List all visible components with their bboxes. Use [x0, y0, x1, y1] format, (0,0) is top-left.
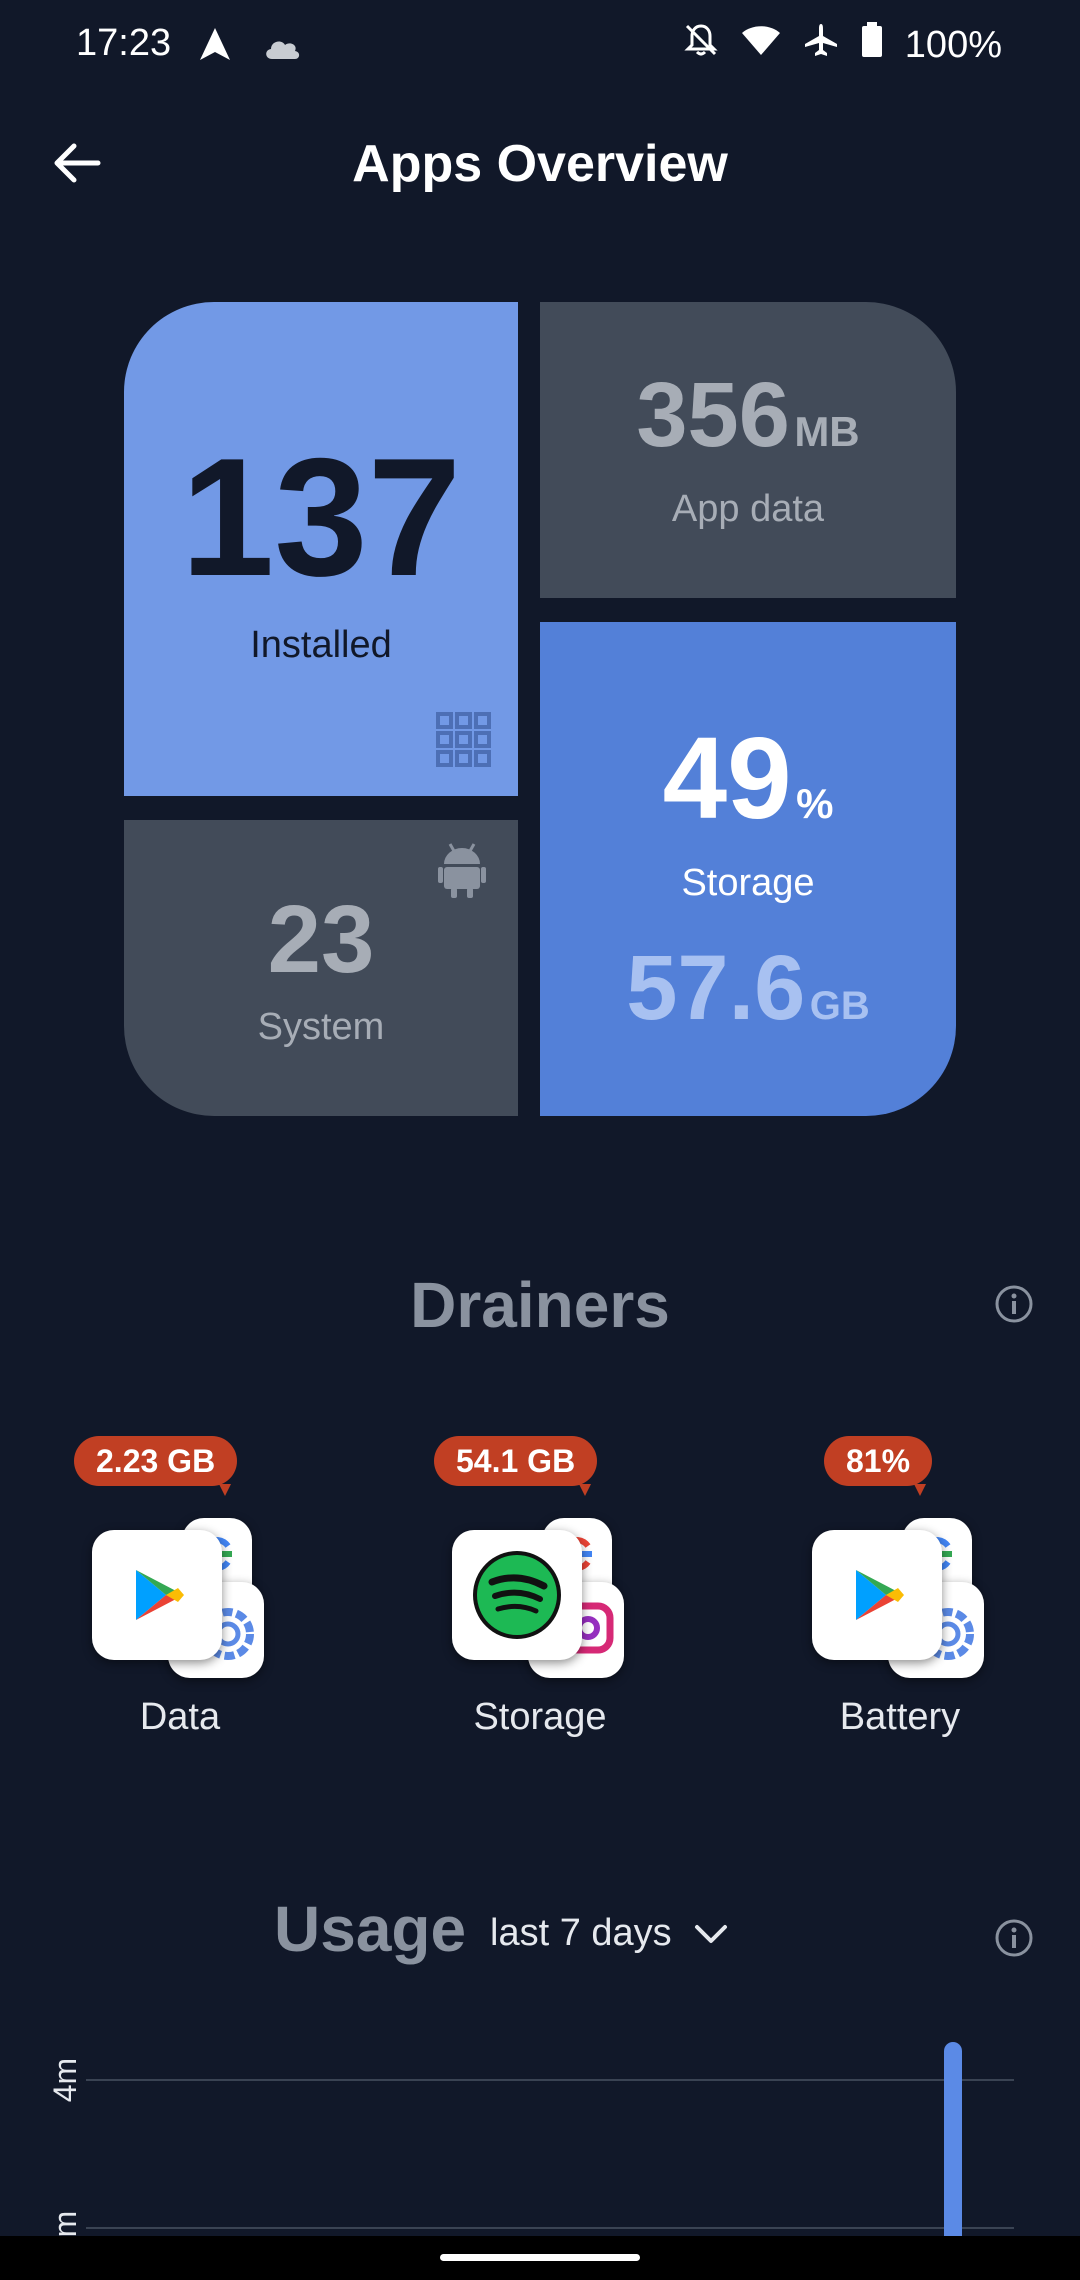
storage-size: 57.6 [626, 937, 806, 1039]
drainer-label: Battery [839, 1696, 961, 1738]
drainer-data[interactable]: 2.23 GB Data [60, 1436, 300, 1738]
installed-count: 137 [180, 423, 462, 611]
storage-size-row: 57.6 GB [540, 938, 956, 1065]
battery-icon [861, 22, 883, 68]
info-icon[interactable] [994, 1918, 1034, 1958]
info-icon[interactable] [994, 1284, 1034, 1324]
spotify-icon [452, 1530, 582, 1660]
drainer-badge: 81% [824, 1436, 933, 1496]
battery-percent: 100% [904, 23, 1002, 66]
drainer-storage[interactable]: 54.1 GB Storage [420, 1436, 660, 1738]
cloud-icon [262, 28, 302, 71]
storage-size-unit: GB [809, 984, 870, 1028]
storage-percent-unit: % [796, 780, 834, 827]
drainers-title: Drainers [410, 1269, 670, 1341]
app-data-label: App data [671, 488, 825, 530]
page-title: Apps Overview [352, 135, 728, 193]
system-label: System [257, 1006, 385, 1048]
usage-chart: 4m m [47, 2042, 1014, 2240]
system-count: 23 [267, 886, 375, 993]
usage-title: Usage [274, 1893, 467, 1965]
home-handle[interactable] [440, 2254, 640, 2261]
status-time: 17:23 [76, 22, 172, 64]
chevron-down-icon [694, 1912, 728, 1955]
y-tick-label: 4m [47, 2058, 83, 2102]
app-data-value: 356 [636, 364, 790, 466]
drainer-badge: 2.23 GB [74, 1436, 238, 1496]
system-tile[interactable]: 23 System [124, 820, 518, 1116]
app-data-tile[interactable]: 356 MB App data [540, 302, 956, 598]
drainer-label: Data [139, 1696, 221, 1738]
app-data-unit: MB [794, 408, 860, 455]
drainer-battery[interactable]: 81% Battery [780, 1436, 1020, 1738]
y-tick-label: m [47, 2211, 83, 2238]
drainer-label: Storage [473, 1696, 607, 1738]
airplane-icon [803, 22, 839, 68]
bell-off-icon [683, 22, 719, 68]
storage-percent: 49 [662, 713, 792, 843]
usage-range-label: last 7 days [490, 1912, 672, 1954]
gesture-nav-bar [0, 2236, 1080, 2280]
status-bar: 17:23 100% [0, 0, 1080, 90]
top-app-bar: Apps Overview [0, 120, 1080, 210]
storage-tile[interactable]: 49 % Storage 57.6 GB [540, 622, 956, 1116]
installed-tile[interactable]: 137 Installed [124, 302, 518, 796]
google-play-icon [812, 1530, 942, 1660]
drainer-badge: 54.1 GB [434, 1436, 598, 1496]
app-data-value-row: 356 MB [540, 369, 956, 487]
navigation-icon [198, 26, 232, 72]
usage-range-dropdown[interactable]: last 7 days [490, 1912, 728, 1955]
google-play-icon [92, 1530, 222, 1660]
grid-icon [436, 712, 492, 773]
wifi-icon [741, 24, 781, 67]
installed-label: Installed [250, 624, 392, 666]
chart-bar[interactable] [944, 2042, 962, 2240]
storage-label: Storage [681, 862, 815, 904]
storage-percent-row: 49 % [540, 718, 956, 874]
